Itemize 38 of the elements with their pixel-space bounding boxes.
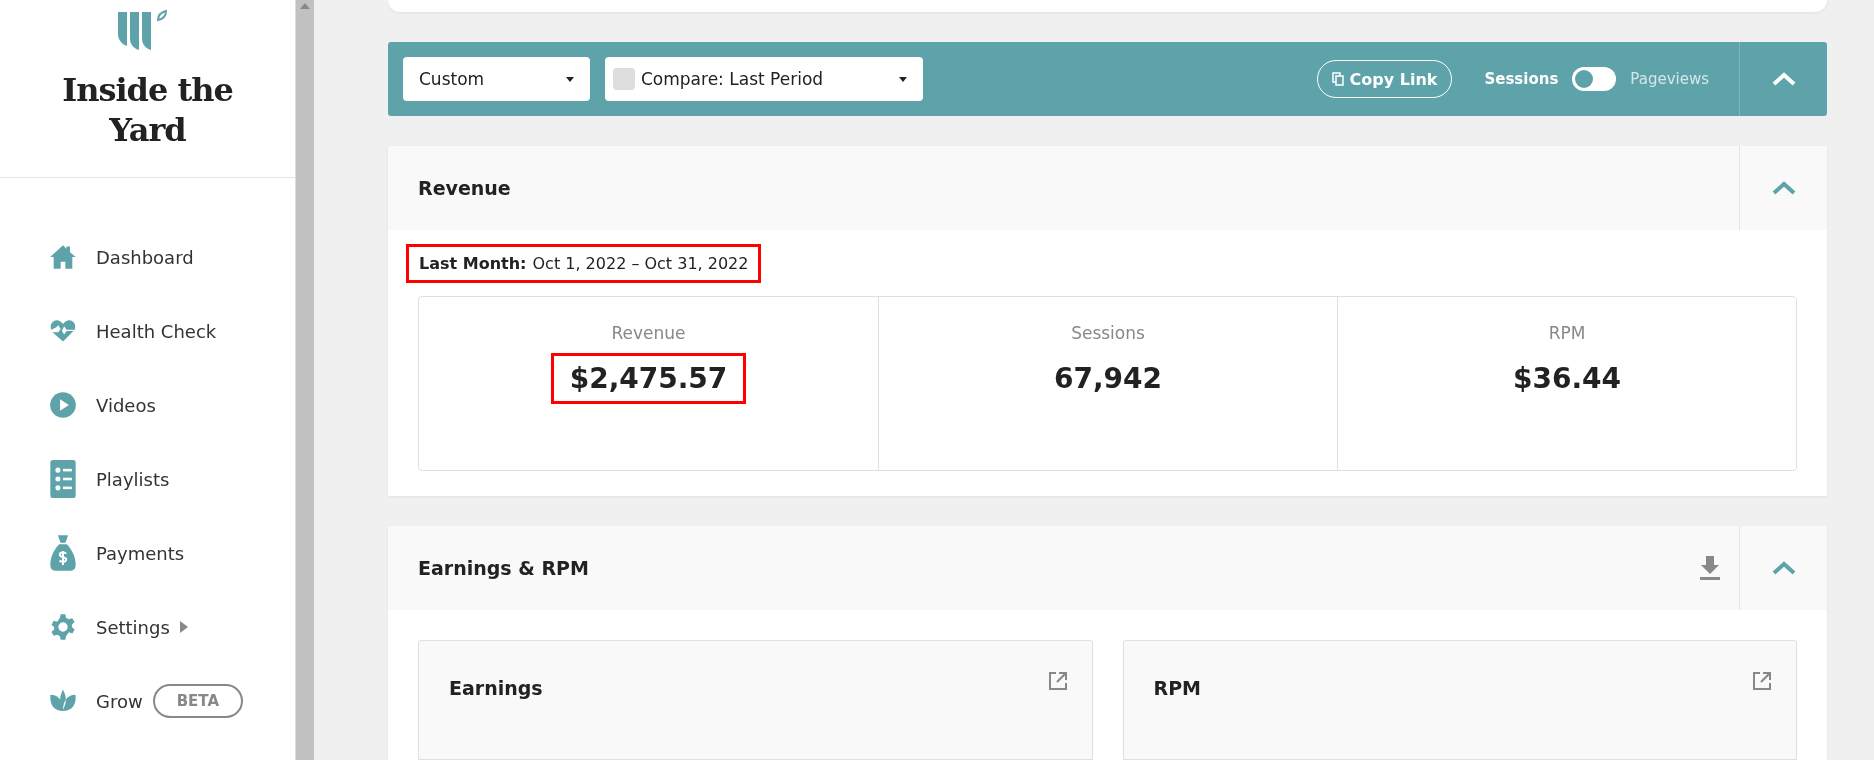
sidebar-item[interactable]: Health Check [48,294,295,368]
download-icon[interactable] [1699,556,1721,580]
play-icon [48,391,78,419]
scroll-up-icon[interactable] [300,3,310,9]
sidebar-item[interactable]: Dashboard [48,220,295,294]
external-link-icon[interactable] [1047,671,1068,691]
section-title: Earnings & RPM [418,557,590,579]
chevron-up-icon [1771,72,1796,87]
sidebar-item[interactable]: Playlists [48,442,295,516]
stat-label: Revenue [611,323,686,343]
site-title: Inside the Yard [61,70,234,150]
metric-toggle-switch[interactable] [1572,67,1617,92]
compare-checkbox[interactable] [613,68,635,91]
period-dropdown[interactable]: Custom [403,57,590,102]
chevron-up-icon [1771,181,1796,195]
stat-value: $36.44 [1511,361,1623,397]
sidebar-item[interactable]: Videos [48,368,295,442]
date-range-text: Last Month: Oct 1, 2022 – Oct 31, 2022 [406,244,762,283]
section-title: Revenue [418,177,512,199]
copy-icon [1331,72,1344,87]
checklist-icon [48,460,78,498]
stat-value: 67,942 [1052,361,1164,397]
external-link-icon[interactable] [1752,671,1772,691]
dropdown-arrow-icon [566,76,574,82]
stat-label: Sessions [1071,323,1145,343]
panel-title: RPM [1153,677,1202,699]
dropdown-arrow-icon [899,76,907,82]
compare-dropdown[interactable]: Compare: Last Period [605,57,923,102]
sidebar-item[interactable]: Grow BETA [48,664,295,738]
money-bag-icon [48,534,78,572]
chevron-up-icon [1771,561,1796,575]
panel-title: Earnings [449,677,544,699]
beta-badge: BETA [152,684,244,718]
sidebar-item[interactable]: Settings [48,590,295,664]
stat-value: $2,475.57 [550,353,747,404]
home-icon [48,243,78,271]
stat-label: RPM [1548,323,1586,343]
sidebar-item[interactable]: Payments [48,516,295,590]
